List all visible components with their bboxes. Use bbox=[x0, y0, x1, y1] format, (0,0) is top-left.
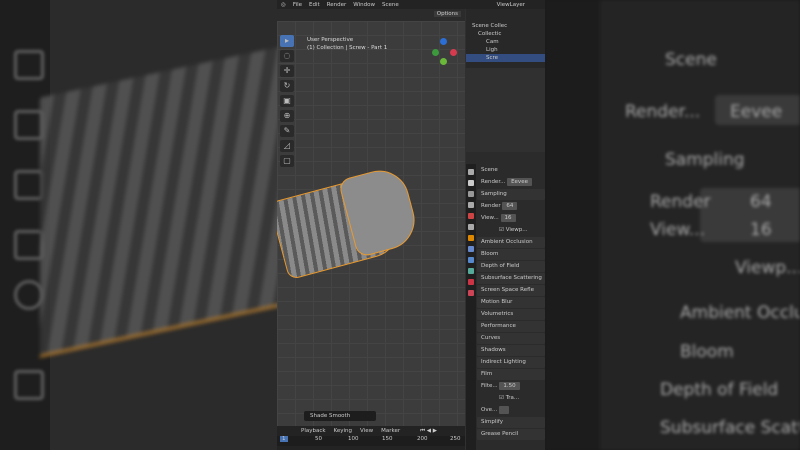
panel-grease-pencil[interactable]: Grease Pencil bbox=[477, 429, 545, 440]
timeline: Playback Keying View Marker ⏮ ◀ ▶ ⏭ 1 50… bbox=[277, 426, 465, 450]
blurred-background-left bbox=[0, 0, 277, 450]
panel-performance[interactable]: Performance bbox=[477, 321, 545, 332]
last-operator-panel[interactable]: Shade Smooth bbox=[304, 411, 376, 421]
panel-film[interactable]: Film bbox=[477, 369, 545, 380]
viewport-samples-field[interactable]: 16 bbox=[500, 214, 516, 222]
panel-motion-blur[interactable]: Motion Blur bbox=[477, 297, 545, 308]
cursor-tool-icon[interactable]: ◌ bbox=[280, 50, 294, 62]
view-layer[interactable]: ViewLayer bbox=[497, 2, 525, 8]
tick: 50 bbox=[315, 436, 322, 442]
menu-edit[interactable]: Edit bbox=[309, 2, 320, 8]
panel-depth-of-field[interactable]: Depth of Field bbox=[477, 261, 545, 272]
options-button[interactable]: Options bbox=[433, 11, 461, 17]
filter-size-label: Filte... bbox=[481, 383, 498, 389]
outliner-camera[interactable]: Cam bbox=[466, 38, 545, 46]
menu-scene[interactable]: Scene bbox=[382, 2, 399, 8]
measure-tool-icon[interactable]: ◿ bbox=[280, 140, 294, 152]
move-tool-icon[interactable]: ✛ bbox=[280, 65, 294, 77]
tick: 150 bbox=[382, 436, 393, 442]
render-samples-field[interactable]: 64 bbox=[502, 202, 518, 210]
transparent-checkbox[interactable]: Tra... bbox=[506, 395, 519, 401]
blurred-background-right: Scene Render... Eevee Sampling Render 64… bbox=[545, 0, 800, 450]
properties-editor: Scene Render... Eevee Sampling Render 64… bbox=[466, 152, 545, 450]
timeline-view[interactable]: View bbox=[360, 428, 373, 434]
scale-tool-icon[interactable]: ▣ bbox=[280, 95, 294, 107]
panel-curves[interactable]: Curves bbox=[477, 333, 545, 344]
tick: 200 bbox=[417, 436, 428, 442]
view-subtitle: (1) Collection | Screw - Part 1 bbox=[307, 45, 388, 51]
panel-bloom[interactable]: Bloom bbox=[477, 249, 545, 260]
panel-ssr[interactable]: Screen Space Refle bbox=[477, 285, 545, 296]
panel-simplify[interactable]: Simplify bbox=[477, 417, 545, 428]
sampling-panel[interactable]: Sampling bbox=[477, 189, 545, 200]
toolbar: ▸ ◌ ✛ ↻ ▣ ⊕ ✎ ◿ ▢ bbox=[280, 35, 296, 167]
rotate-tool-icon[interactable]: ↻ bbox=[280, 80, 294, 92]
viewport-samples-label: View... bbox=[481, 215, 499, 221]
panel-shadows[interactable]: Shadows bbox=[477, 345, 545, 356]
navigation-gizmo[interactable] bbox=[429, 38, 459, 68]
menu-window[interactable]: Window bbox=[353, 2, 375, 8]
render-samples-label: Render bbox=[481, 203, 501, 209]
timeline-keying[interactable]: Keying bbox=[334, 428, 352, 434]
transform-tool-icon[interactable]: ⊕ bbox=[280, 110, 294, 122]
menu-bar: ◎ File Edit Render Window Scene ViewLaye… bbox=[277, 0, 545, 9]
viewport-header: Options bbox=[277, 9, 465, 21]
menu-file[interactable]: File bbox=[293, 2, 302, 8]
scene-label: Scene bbox=[477, 165, 545, 176]
properties-tabs bbox=[466, 164, 476, 450]
timeline-marker[interactable]: Marker bbox=[381, 428, 400, 434]
outliner-scene-collection[interactable]: Scene Collec bbox=[466, 22, 545, 30]
3d-viewport[interactable]: ▸ ◌ ✛ ↻ ▣ ⊕ ✎ ◿ ▢ User Perspective (1) C… bbox=[277, 21, 465, 426]
overscan-label: Ove... bbox=[481, 407, 498, 413]
panel-volumetrics[interactable]: Volumetrics bbox=[477, 309, 545, 320]
blender-logo-icon[interactable]: ◎ bbox=[281, 2, 286, 8]
render-engine-label: Render... bbox=[481, 179, 506, 185]
view-title: User Perspective bbox=[307, 37, 354, 43]
select-tool-icon[interactable]: ▸ bbox=[280, 35, 294, 47]
render-engine-select[interactable]: Eevee bbox=[507, 178, 532, 186]
overscan-field[interactable] bbox=[498, 406, 509, 414]
current-frame[interactable]: 1 bbox=[280, 436, 288, 442]
menu-render[interactable]: Render bbox=[327, 2, 347, 8]
add-cube-tool-icon[interactable]: ▢ bbox=[280, 155, 294, 167]
annotate-tool-icon[interactable]: ✎ bbox=[280, 125, 294, 137]
playback-controls[interactable]: ⏮ ◀ ▶ ⏭ bbox=[420, 428, 441, 441]
panel-subsurface[interactable]: Subsurface Scattering bbox=[477, 273, 545, 284]
outliner-collection[interactable]: Collectic bbox=[466, 30, 545, 38]
outliner-light[interactable]: Ligh bbox=[466, 46, 545, 54]
filter-size-field[interactable]: 1.50 bbox=[499, 382, 520, 390]
outliner: Scene Collec Collectic Cam Ligh Scre bbox=[466, 9, 545, 68]
blender-window: ◎ File Edit Render Window Scene ViewLaye… bbox=[277, 0, 545, 450]
tick: 100 bbox=[348, 436, 359, 442]
tick: 250 bbox=[450, 436, 461, 442]
outliner-screw[interactable]: Scre bbox=[466, 54, 545, 62]
timeline-playback[interactable]: Playback bbox=[301, 428, 326, 434]
panel-ambient-occlusion[interactable]: Ambient Occlusion bbox=[477, 237, 545, 248]
panel-indirect-lighting[interactable]: Indirect Lighting bbox=[477, 357, 545, 368]
viewport-denoise-checkbox[interactable]: Viewp... bbox=[506, 227, 528, 233]
